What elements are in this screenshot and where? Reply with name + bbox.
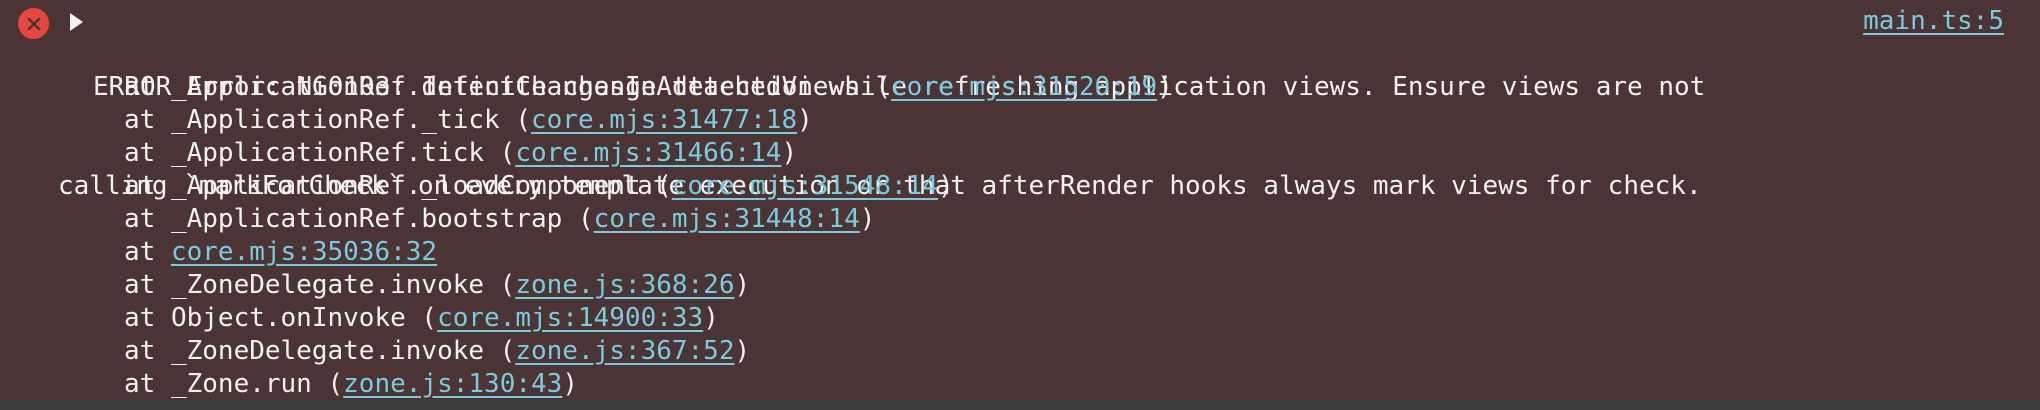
- stack-frame-text: ): [859, 204, 876, 234]
- stack-frame-text: at _ZoneDelegate.invoke (: [124, 270, 516, 300]
- stack-frame-text: ): [1157, 72, 1173, 102]
- stack-frame: at _ZoneDelegate.invoke (zone.js:368:26): [124, 269, 1173, 302]
- stack-frame-source-link[interactable]: core.mjs:31548:14: [672, 171, 938, 201]
- stack-frame-text: at _ApplicationRef.bootstrap (: [124, 204, 594, 234]
- stack-frame-source-link[interactable]: core.mjs:31448:14: [594, 204, 860, 234]
- stack-frame-text: ): [562, 369, 578, 399]
- stack-frame-source-link[interactable]: zone.js:130:43: [343, 369, 562, 399]
- stack-trace: at _ApplicationRef.detectChangesInAttach…: [124, 71, 1173, 401]
- stack-frame: at _Zone.run (zone.js:130:43): [124, 368, 1173, 401]
- stack-frame: at _ApplicationRef.detectChangesInAttach…: [124, 71, 1173, 104]
- stack-frame-text: ): [797, 105, 813, 135]
- stack-frame-source-link[interactable]: core.mjs:31466:14: [515, 138, 781, 168]
- stack-frame: at core.mjs:35036:32: [124, 236, 1173, 269]
- stack-frame-source-link[interactable]: core.mjs:31477:18: [531, 105, 797, 135]
- stack-frame-text: at _ApplicationRef._tick (: [124, 105, 531, 135]
- stack-frame-source-link[interactable]: core.mjs:35036:32: [171, 237, 437, 267]
- console-bottom-border: [0, 400, 2040, 410]
- stack-frame-source-link[interactable]: core.mjs:31520:19: [891, 72, 1157, 102]
- stack-frame-text: at _ApplicationRef.tick (: [124, 138, 516, 168]
- console-error-message: main.ts:5 ERROR Error: NG0103: Infinite …: [0, 0, 2040, 410]
- stack-frame-text: at Object.onInvoke (: [124, 303, 438, 333]
- stack-frame-text: at _ZoneDelegate.invoke (: [124, 336, 516, 366]
- stack-frame-text: ): [937, 171, 954, 201]
- stack-frame: at _ZoneDelegate.invoke (zone.js:367:52): [124, 335, 1173, 368]
- stack-frame-text: ): [781, 138, 798, 168]
- stack-frame: at Object.onInvoke (core.mjs:14900:33): [124, 302, 1173, 335]
- source-link[interactable]: main.ts:5: [1863, 5, 2004, 38]
- stack-frame: at _ApplicationRef.tick (core.mjs:31466:…: [124, 137, 1173, 170]
- stack-frame-text: at _Zone.run (: [124, 369, 344, 399]
- error-circle-x-icon: [18, 8, 49, 39]
- stack-frame: at _ApplicationRef.bootstrap (core.mjs:3…: [124, 203, 1173, 236]
- stack-frame-text: ): [734, 336, 751, 366]
- stack-frame-source-link[interactable]: core.mjs:14900:33: [437, 303, 703, 333]
- stack-frame-text: ): [703, 303, 719, 333]
- stack-frame-source-link[interactable]: zone.js:367:52: [515, 336, 734, 366]
- stack-frame-text: at: [124, 237, 171, 267]
- stack-frame-text: ): [734, 270, 751, 300]
- stack-frame-text: at _ApplicationRef._loadComponent (: [124, 171, 672, 201]
- stack-frame-source-link[interactable]: zone.js:368:26: [515, 270, 734, 300]
- stack-frame: at _ApplicationRef._tick (core.mjs:31477…: [124, 104, 1173, 137]
- stack-frame-text: at _ApplicationRef.detectChangesInAttach…: [124, 72, 892, 102]
- stack-frame: at _ApplicationRef._loadComponent (core.…: [124, 170, 1173, 203]
